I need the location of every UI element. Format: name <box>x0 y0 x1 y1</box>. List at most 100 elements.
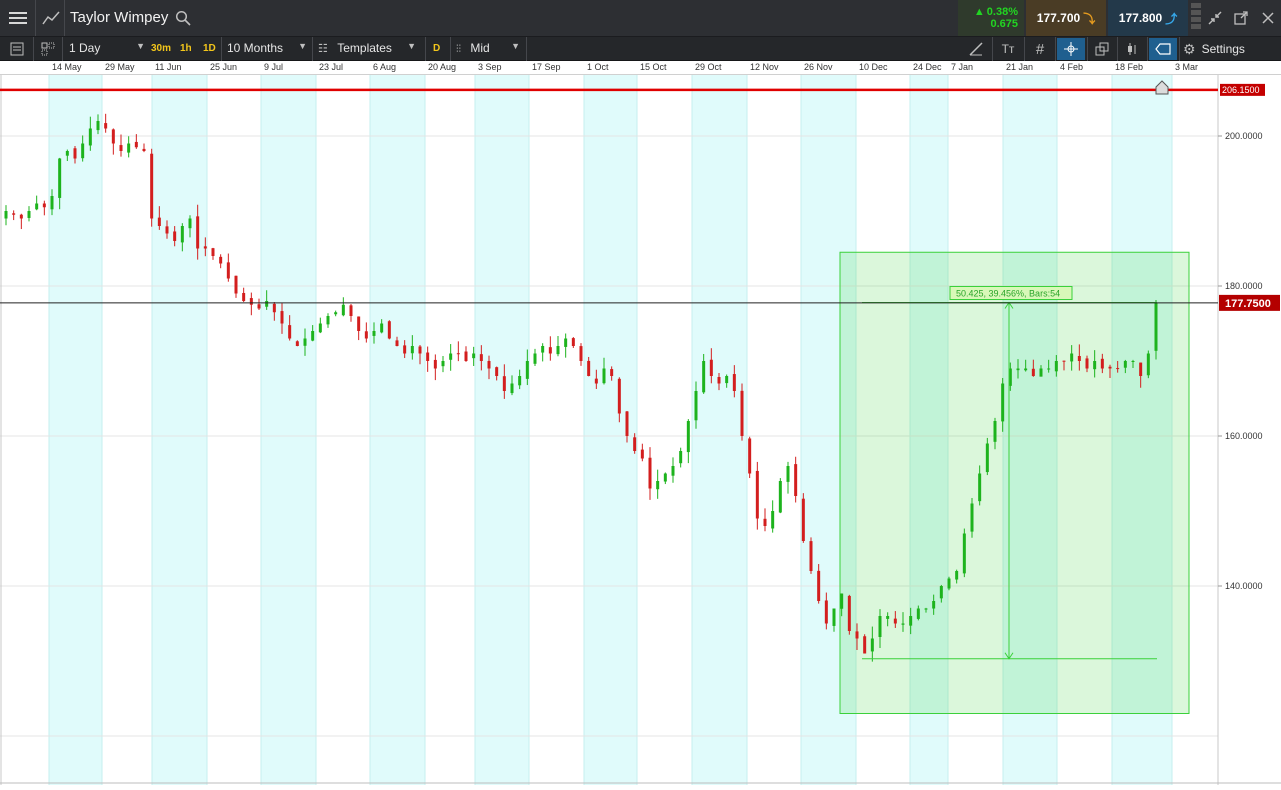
close-icon[interactable] <box>1258 8 1278 28</box>
date-label: 25 Jun <box>210 62 238 72</box>
grid-icon[interactable]: # <box>1027 39 1053 59</box>
candle-body <box>487 360 491 369</box>
candle-body <box>142 148 146 151</box>
draw-line-icon[interactable] <box>963 39 989 59</box>
candle-body <box>571 338 575 346</box>
candle-body <box>1054 361 1058 372</box>
candle-body <box>27 211 31 218</box>
candle-body <box>525 361 529 379</box>
candle-body <box>679 451 683 464</box>
candle-body <box>932 601 936 609</box>
change-absolute: 0.675 <box>990 18 1018 30</box>
collapse-icon[interactable] <box>1205 8 1225 28</box>
candle-body <box>1108 366 1112 369</box>
candle-body <box>633 437 637 451</box>
candle-body <box>579 346 583 361</box>
candle-body <box>924 608 928 610</box>
candle-body <box>878 616 882 637</box>
candle-body <box>786 466 790 482</box>
date-axis: 14 May 29 May 11 Jun 25 Jun 9 Jul 23 Jul 6 Aug… <box>0 61 1281 75</box>
candle-body <box>978 473 982 502</box>
candle-body <box>341 304 345 316</box>
price-type-dropdown[interactable]: ⫶⫶ Mid ▼ <box>456 41 522 55</box>
candle-body <box>349 305 353 316</box>
candle-body <box>548 347 552 354</box>
candle-body <box>694 391 698 421</box>
quick-30m[interactable]: 30m <box>151 43 171 54</box>
candle-body <box>510 383 514 394</box>
candle-body <box>970 503 974 532</box>
buy-button[interactable]: 177.800 ⤴ <box>1108 0 1188 36</box>
candle-body <box>464 351 468 361</box>
candle-body <box>326 316 330 325</box>
depth-bars-icon[interactable] <box>1191 3 1201 33</box>
templates-dropdown[interactable]: ☷ Templates ▼ <box>318 41 418 55</box>
candle-body <box>479 354 483 361</box>
candle-body <box>303 338 307 346</box>
layers-icon[interactable] <box>1089 39 1115 59</box>
candle-body <box>288 325 292 339</box>
candle-body <box>1031 368 1035 376</box>
resistance-label: 206.1500 <box>1222 85 1260 95</box>
date-band <box>584 75 637 785</box>
y-tick-label: 140.0000 <box>1225 581 1263 591</box>
quick-1h[interactable]: 1h <box>180 43 192 54</box>
templates-label: Templates <box>337 41 392 55</box>
candle-body <box>916 608 920 619</box>
candle-body <box>1039 368 1043 377</box>
candle-body <box>725 376 729 384</box>
crosshair-icon[interactable] <box>1057 38 1085 60</box>
candle-body <box>226 262 230 279</box>
settings-button[interactable]: ⚙ Settings <box>1183 39 1275 59</box>
candle-body <box>364 331 368 339</box>
candle-body <box>1062 360 1066 362</box>
date-band <box>152 75 207 785</box>
menu-icon[interactable] <box>4 4 32 32</box>
date-label: 21 Jan <box>1006 62 1034 72</box>
y-tick-label: 180.0000 <box>1225 281 1263 291</box>
price-type-value: Mid <box>470 41 490 55</box>
popout-icon[interactable] <box>1231 8 1251 28</box>
candle-body <box>35 203 39 210</box>
candle-body <box>50 196 54 210</box>
candle-body <box>219 256 223 264</box>
search-icon[interactable] <box>174 9 192 27</box>
candle-body <box>801 498 805 541</box>
instrument-title[interactable]: Taylor Wimpey <box>70 9 168 26</box>
price-chart[interactable]: 200.0000 180.0000 160.0000 140.0000 50.425, … <box>0 75 1281 785</box>
candle-body <box>502 376 506 391</box>
list-icon[interactable] <box>4 39 30 59</box>
quick-1d[interactable]: 1D <box>203 43 216 54</box>
date-label: 26 Nov <box>804 62 833 72</box>
range-dropdown[interactable]: 10 Months ▼ <box>227 41 309 55</box>
candle-body <box>602 368 606 384</box>
candle-icon[interactable] <box>1119 39 1145 59</box>
date-label: 10 Dec <box>859 62 888 72</box>
candle-body <box>656 481 660 490</box>
text-tool-icon[interactable]: Tт <box>995 39 1021 59</box>
layout-icon[interactable] <box>36 39 60 59</box>
d-badge[interactable]: D <box>433 43 440 54</box>
candle-body <box>985 443 989 473</box>
candle-body <box>418 346 422 354</box>
measurement-box[interactable] <box>839 251 1190 714</box>
measurement-label: 50.425, 39.456%, Bars:54 <box>956 289 1060 299</box>
date-band <box>49 75 102 785</box>
candle-body <box>840 593 844 609</box>
candle-body <box>357 316 361 331</box>
candle-body <box>441 361 445 367</box>
date-label: 14 May <box>52 62 82 72</box>
candle-body <box>863 636 867 654</box>
candle-body <box>311 331 315 341</box>
candle-body <box>717 376 721 384</box>
candle-body <box>893 618 897 624</box>
candle-body <box>847 595 851 631</box>
candle-body <box>939 586 943 599</box>
interval-dropdown[interactable]: 1 Day ▼ <box>69 41 147 55</box>
sell-button[interactable]: 177.700 ⤵ <box>1026 0 1106 36</box>
chart-type-icon[interactable] <box>38 4 64 32</box>
candle-body <box>173 231 177 241</box>
candle-body <box>203 246 207 249</box>
tag-icon[interactable] <box>1149 38 1177 60</box>
chart-area[interactable]: 200.0000 180.0000 160.0000 140.0000 50.425, … <box>0 75 1281 785</box>
